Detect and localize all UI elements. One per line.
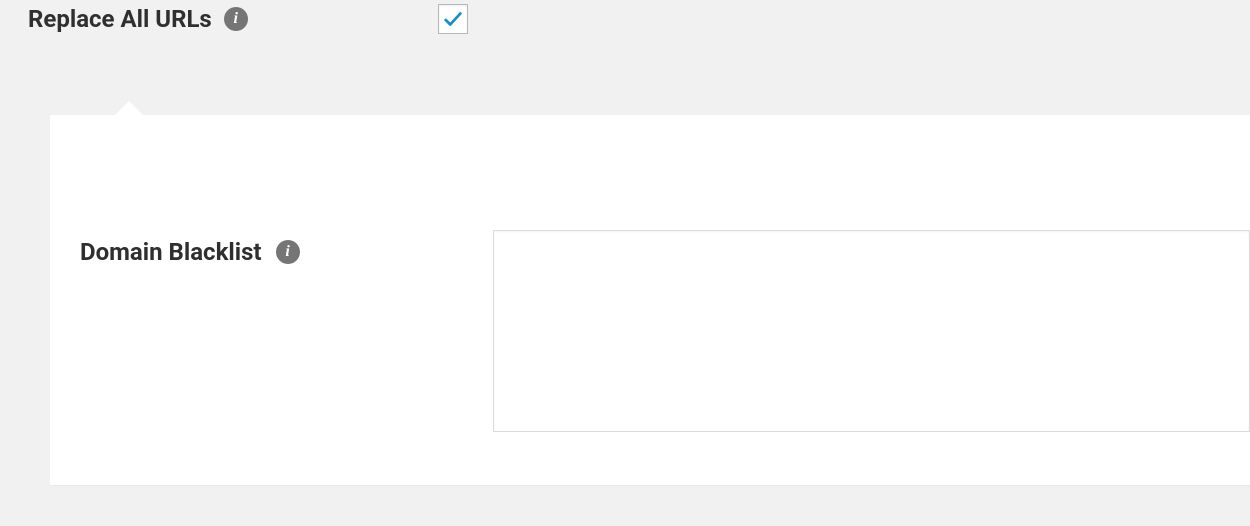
settings-panel: Domain Blacklist i [50,115,1250,485]
panel-pointer [113,101,145,117]
domain-blacklist-row: Domain Blacklist i [50,115,1250,432]
domain-blacklist-control [493,230,1250,432]
replace-all-urls-label: Replace All URLs [28,5,212,33]
replace-all-urls-row: Replace All URLs i [0,0,1250,34]
check-icon [442,8,464,30]
info-icon[interactable]: i [276,240,300,264]
replace-all-urls-control [438,4,468,34]
replace-all-urls-checkbox[interactable] [438,4,468,34]
info-icon[interactable]: i [224,7,248,31]
domain-blacklist-label: Domain Blacklist [80,238,262,266]
domain-blacklist-textarea[interactable] [493,230,1250,432]
settings-panel-wrapper: Domain Blacklist i [50,115,1250,485]
replace-all-urls-label-col: Replace All URLs i [28,5,438,33]
domain-blacklist-label-col: Domain Blacklist i [80,230,493,266]
